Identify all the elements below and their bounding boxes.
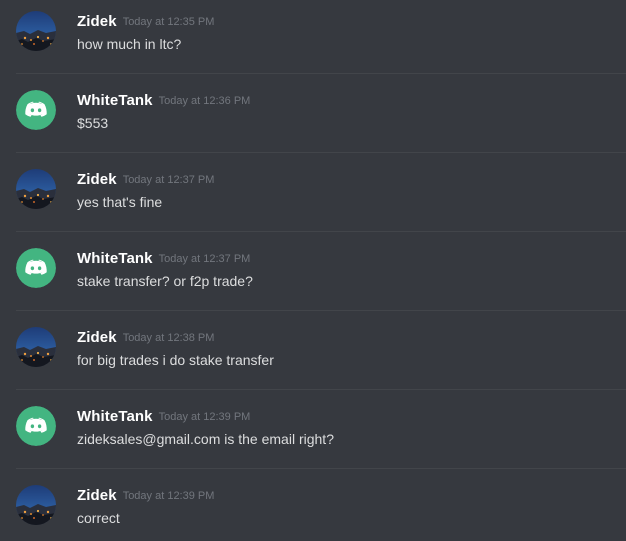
message-header: Zidek Today at 12:35 PM — [77, 13, 214, 31]
message-divider — [16, 73, 626, 74]
message-divider — [16, 468, 626, 469]
whitetank-avatar[interactable] — [16, 248, 56, 288]
message-text: zideksales@gmail.com is the email right? — [77, 431, 334, 447]
timestamp: Today at 12:39 PM — [122, 490, 215, 502]
chat-log: Zidek Today at 12:35 PM how much in ltc? … — [0, 0, 626, 541]
message-header: Zidek Today at 12:37 PM — [77, 171, 214, 189]
username[interactable]: WhiteTank — [77, 408, 153, 425]
username[interactable]: Zidek — [77, 329, 117, 346]
message: Zidek Today at 12:38 PM for big trades i … — [0, 316, 626, 395]
message-header: Zidek Today at 12:39 PM — [77, 487, 214, 505]
message: Zidek Today at 12:39 PM correct — [0, 474, 626, 541]
message-text: for big trades i do stake transfer — [77, 352, 274, 368]
message-text: $553 — [77, 115, 109, 131]
message: Zidek Today at 12:37 PM yes that's fine — [0, 158, 626, 237]
timestamp: Today at 12:37 PM — [122, 174, 215, 186]
message-divider — [16, 389, 626, 390]
message-divider — [16, 152, 626, 153]
city-night-icon — [16, 327, 56, 367]
timestamp: Today at 12:35 PM — [122, 16, 215, 28]
timestamp: Today at 12:38 PM — [122, 332, 215, 344]
message-text: correct — [77, 510, 120, 526]
message-header: Zidek Today at 12:38 PM — [77, 329, 214, 347]
username[interactable]: Zidek — [77, 487, 117, 504]
username[interactable]: WhiteTank — [77, 250, 153, 267]
message-text: stake transfer? or f2p trade? — [77, 273, 253, 289]
timestamp: Today at 12:36 PM — [158, 95, 251, 107]
message-text: how much in ltc? — [77, 36, 182, 52]
timestamp: Today at 12:37 PM — [158, 253, 251, 265]
message-text: yes that's fine — [77, 194, 163, 210]
discord-logo-icon — [16, 406, 56, 446]
city-night-icon — [16, 11, 56, 51]
message: WhiteTank Today at 12:37 PM stake transfe… — [0, 237, 626, 316]
zidek-avatar[interactable] — [16, 169, 56, 209]
message: WhiteTank Today at 12:36 PM $553 — [0, 79, 626, 158]
city-night-icon — [16, 485, 56, 525]
message-header: WhiteTank Today at 12:37 PM — [77, 250, 250, 268]
username[interactable]: Zidek — [77, 13, 117, 30]
discord-logo-icon — [16, 248, 56, 288]
timestamp: Today at 12:39 PM — [158, 411, 251, 423]
zidek-avatar[interactable] — [16, 11, 56, 51]
whitetank-avatar[interactable] — [16, 406, 56, 446]
zidek-avatar[interactable] — [16, 485, 56, 525]
zidek-avatar[interactable] — [16, 327, 56, 367]
message-header: WhiteTank Today at 12:36 PM — [77, 92, 250, 110]
city-night-icon — [16, 169, 56, 209]
username[interactable]: Zidek — [77, 171, 117, 188]
username[interactable]: WhiteTank — [77, 92, 153, 109]
message-header: WhiteTank Today at 12:39 PM — [77, 408, 250, 426]
message-divider — [16, 231, 626, 232]
whitetank-avatar[interactable] — [16, 90, 56, 130]
message: WhiteTank Today at 12:39 PM zideksales@gm… — [0, 395, 626, 474]
discord-logo-icon — [16, 90, 56, 130]
message: Zidek Today at 12:35 PM how much in ltc? — [0, 0, 626, 79]
message-divider — [16, 310, 626, 311]
